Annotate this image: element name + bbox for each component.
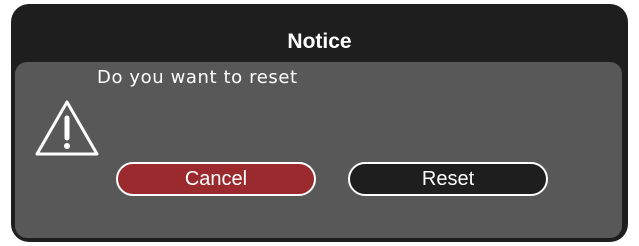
cancel-button[interactable]: Cancel (116, 162, 316, 196)
notice-dialog: Notice Do you want to reset Cancel Reset (11, 4, 628, 242)
warning-icon (35, 100, 99, 156)
dialog-message: Do you want to reset (97, 67, 298, 88)
dialog-title: Notice (287, 30, 352, 53)
reset-button[interactable]: Reset (348, 162, 548, 196)
dialog-body: Do you want to reset Cancel Reset (15, 62, 622, 238)
